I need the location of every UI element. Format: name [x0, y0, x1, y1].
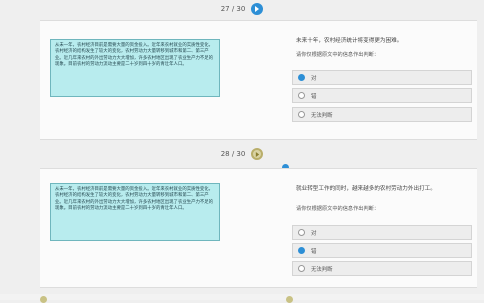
question-instruction: 请你仅根据原文中的信息作出判断：: [296, 206, 380, 212]
radio-selected-icon[interactable]: [298, 74, 305, 81]
option-label: 错: [311, 93, 317, 100]
option-label: 无法判断: [311, 266, 333, 273]
page-indicator: 27 / 30: [220, 5, 246, 13]
option-cannot-judge[interactable]: 无法判断: [292, 107, 472, 122]
radio-selected-icon[interactable]: [298, 247, 305, 254]
question-pager-27: 27 / 30: [0, 0, 484, 18]
current-question-icon[interactable]: [251, 148, 264, 160]
question-card-28: 从未一年，农村经济目前是需要大量的资金投入。近年来农村就业的实质性变化，农村经济…: [40, 168, 477, 288]
option-true[interactable]: 对: [292, 70, 472, 85]
question-card-27: 从未一年，农村经济目前是需要大量的资金投入。近年来农村就业的实质性变化，农村经济…: [40, 20, 477, 140]
option-label: 错: [311, 248, 317, 255]
reading-passage: 从未一年，农村经济目前是需要大量的资金投入。近年来农村就业的实质性变化，农村经济…: [50, 183, 220, 241]
question-statement: 就业转型工作的同时，越来越多的农村劳动力外出打工。: [296, 186, 436, 192]
question-statement: 未来十年，农村经济统计将变得更为困难。: [296, 38, 403, 44]
option-true[interactable]: 对: [292, 225, 472, 240]
option-cannot-judge[interactable]: 无法判断: [292, 261, 472, 276]
option-label: 对: [311, 75, 317, 82]
next-arrow-icon[interactable]: [251, 3, 264, 15]
option-false[interactable]: 错: [292, 243, 472, 258]
next-question-strip: [0, 294, 484, 300]
option-label: 无法判断: [311, 112, 333, 119]
page-indicator: 28 / 30: [220, 150, 246, 158]
option-false[interactable]: 错: [292, 88, 472, 103]
radio-icon[interactable]: [298, 111, 305, 118]
radio-icon[interactable]: [298, 229, 305, 236]
reading-passage: 从未一年，农村经济目前是需要大量的资金投入。近年来农村就业的实质性变化，农村经济…: [50, 39, 220, 97]
question-pager-28: 28 / 30: [0, 145, 484, 163]
radio-icon[interactable]: [298, 92, 305, 99]
radio-icon[interactable]: [298, 265, 305, 272]
option-label: 对: [311, 230, 317, 237]
question-instruction: 请你仅根据原文中的信息作出判断：: [296, 52, 380, 58]
